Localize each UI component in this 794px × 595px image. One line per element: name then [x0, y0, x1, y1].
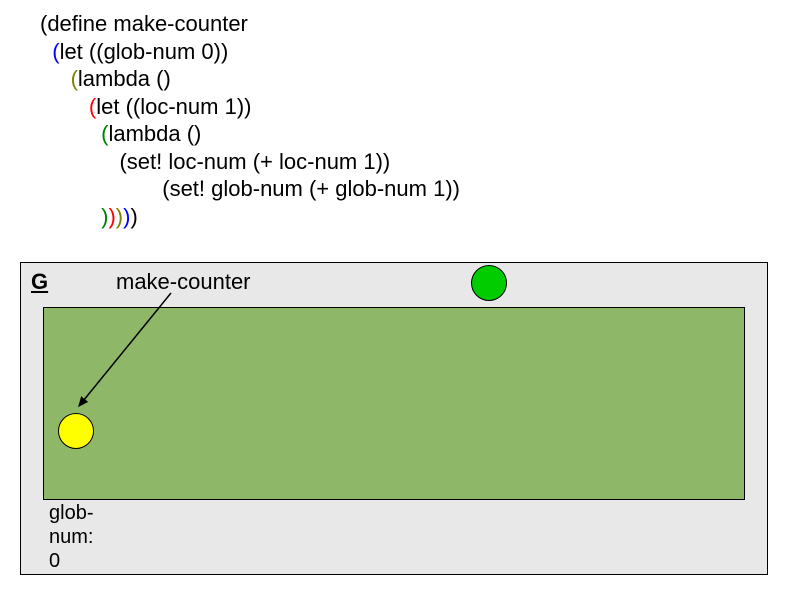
- globnum-line1: glob-: [49, 501, 93, 525]
- code-line-8: ))))): [40, 203, 460, 231]
- paren-close: ): [108, 204, 115, 229]
- make-counter-label: make-counter: [116, 269, 251, 295]
- environment-diagram-outer: G make-counter glob- num: 0: [20, 262, 768, 575]
- code-text: (define make-counter: [40, 11, 248, 36]
- paren-close: ): [130, 204, 137, 229]
- globnum-line2: num:: [49, 525, 93, 549]
- globnum-line3: 0: [49, 549, 93, 573]
- code-text: (set! glob-num (+ glob-num 1)): [40, 176, 460, 201]
- code-line-1: (define make-counter: [40, 10, 460, 38]
- code-line-7: (set! glob-num (+ glob-num 1)): [40, 175, 460, 203]
- closure-yellow-icon: [58, 413, 94, 449]
- globnum-binding: glob- num: 0: [49, 501, 93, 573]
- code-indent: [40, 121, 101, 146]
- code-block: (define make-counter (let ((glob-num 0))…: [40, 10, 460, 230]
- code-line-2: (let ((glob-num 0)): [40, 38, 460, 66]
- code-text: let ((loc-num 1)): [96, 94, 251, 119]
- code-indent: [40, 66, 71, 91]
- paren-open: (: [52, 39, 59, 64]
- code-text: (set! loc-num (+ loc-num 1)): [40, 149, 390, 174]
- code-text: let ((glob-num 0)): [60, 39, 229, 64]
- code-text: lambda (): [108, 121, 201, 146]
- code-indent: [40, 39, 52, 64]
- code-indent: [40, 94, 89, 119]
- global-env-label: G: [31, 269, 48, 295]
- paren-open: (: [71, 66, 78, 91]
- environment-diagram-inner: [43, 307, 745, 500]
- code-indent: [40, 204, 101, 229]
- code-line-3: (lambda (): [40, 65, 460, 93]
- closure-green-icon: [471, 265, 507, 301]
- code-text: lambda (): [78, 66, 171, 91]
- code-line-5: (lambda (): [40, 120, 460, 148]
- paren-close: ): [116, 204, 123, 229]
- code-line-6: (set! loc-num (+ loc-num 1)): [40, 148, 460, 176]
- code-line-4: (let ((loc-num 1)): [40, 93, 460, 121]
